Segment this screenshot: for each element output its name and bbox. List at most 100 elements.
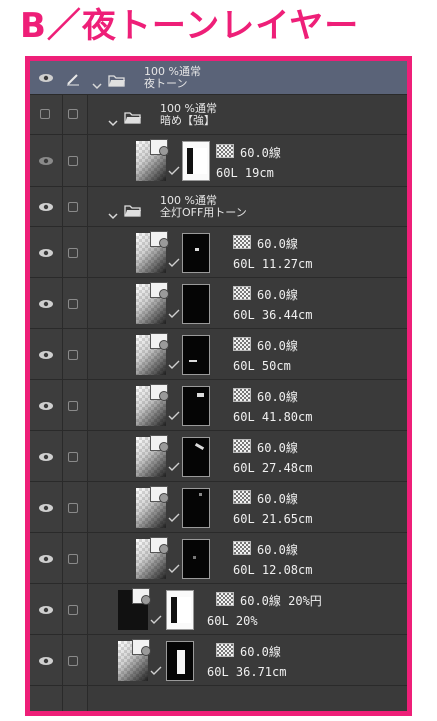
eye-icon[interactable] xyxy=(38,503,54,513)
tone-lines-label: 60.0線 xyxy=(257,543,298,557)
layer-name-label: 60L 19cm xyxy=(216,166,274,180)
tone-pattern-icon xyxy=(233,286,251,300)
layer-row[interactable]: 60.0線 60L 12.08cm xyxy=(30,533,407,584)
layer-row[interactable]: 60.0線 60L 41.80cm xyxy=(30,380,407,431)
folder-icon xyxy=(124,109,142,124)
layer-mask-thumbnail xyxy=(166,590,194,630)
layer-row-folder-night-tone[interactable]: 100 %通常 夜トーン xyxy=(30,61,407,95)
layer-mask-thumbnail xyxy=(182,335,210,375)
checkmark-icon xyxy=(150,610,162,624)
layer-name-label: 60L 11.27cm xyxy=(233,257,313,271)
tone-lines-label: 60.0線 xyxy=(257,237,298,251)
tone-layer-badge-icon xyxy=(150,537,169,554)
layer-mask-thumbnail xyxy=(182,539,210,579)
lock-checkbox[interactable] xyxy=(68,554,78,564)
layer-mask-thumbnail xyxy=(182,141,210,181)
tone-layer-badge-icon xyxy=(150,486,169,503)
lock-checkbox[interactable] xyxy=(68,656,78,666)
lock-checkbox[interactable] xyxy=(68,605,78,615)
layer-row-folder-dark-strong[interactable]: 100 %通常 暗め【強】 xyxy=(30,95,407,135)
layer-row[interactable]: 60.0線 60L 21.65cm xyxy=(30,482,407,533)
checkmark-icon xyxy=(168,508,180,522)
layer-name-label: 60L 41.80cm xyxy=(233,410,313,424)
caret-down-icon[interactable] xyxy=(108,205,118,220)
tone-layer-badge-icon xyxy=(150,231,169,248)
layer-name-label: 60L 36.71cm xyxy=(207,665,287,679)
layer-mask-thumbnail xyxy=(182,233,210,273)
tone-pattern-icon xyxy=(233,388,251,402)
layer-mask-thumbnail xyxy=(166,641,194,681)
layer-name-label: 60L 27.48cm xyxy=(233,461,313,475)
layer-row[interactable]: 60.0線 60L 36.71cm xyxy=(30,635,407,686)
eye-icon[interactable] xyxy=(38,156,54,166)
tone-layer-badge-icon xyxy=(150,384,169,401)
layer-mask-thumbnail xyxy=(182,386,210,426)
tone-lines-label: 60.0線 xyxy=(257,339,298,353)
lock-checkbox[interactable] xyxy=(68,299,78,309)
layer-row[interactable]: 60.0線 60L 11.27cm xyxy=(30,227,407,278)
layer-mask-thumbnail xyxy=(182,437,210,477)
layer-row[interactable]: 60.0線 20%円 60L 20% xyxy=(30,584,407,635)
tone-pattern-icon xyxy=(216,643,234,657)
lock-checkbox[interactable] xyxy=(68,202,78,212)
checkmark-icon xyxy=(168,355,180,369)
eye-icon[interactable] xyxy=(38,554,54,564)
caret-down-icon[interactable] xyxy=(92,75,102,90)
pen-icon[interactable] xyxy=(66,71,80,86)
checkmark-icon xyxy=(168,161,180,175)
tone-lines-label: 60.0線 xyxy=(257,288,298,302)
eye-icon[interactable] xyxy=(38,605,54,615)
layer-name-label: 60L 36.44cm xyxy=(233,308,313,322)
tone-layer-badge-icon xyxy=(132,588,151,605)
layer-row[interactable]: 60.0線 60L 50cm xyxy=(30,329,407,380)
tone-pattern-icon xyxy=(216,144,234,158)
tone-lines-label: 60.0線 xyxy=(240,146,281,160)
checkmark-icon xyxy=(168,253,180,267)
folder-icon xyxy=(124,202,142,217)
lock-checkbox[interactable] xyxy=(68,156,78,166)
eye-icon[interactable] xyxy=(38,202,54,212)
layer-mask-thumbnail xyxy=(182,488,210,528)
lock-checkbox[interactable] xyxy=(68,248,78,258)
layer-name-label: 60L 21.65cm xyxy=(233,512,313,526)
eye-icon[interactable] xyxy=(38,350,54,360)
eye-icon[interactable] xyxy=(38,656,54,666)
checkmark-icon xyxy=(168,304,180,318)
tone-lines-label: 60.0線 xyxy=(257,441,298,455)
tone-lines-label: 60.0線 xyxy=(257,390,298,404)
tone-pattern-icon xyxy=(233,439,251,453)
checkmark-icon xyxy=(150,661,162,675)
eye-icon[interactable] xyxy=(38,73,54,83)
eye-icon[interactable] xyxy=(38,248,54,258)
lock-checkbox[interactable] xyxy=(68,350,78,360)
checkmark-icon xyxy=(168,406,180,420)
folder-name-label: 夜トーン xyxy=(144,77,188,90)
layer-row[interactable]: 60.0線 60L 36.44cm xyxy=(30,278,407,329)
tone-layer-badge-icon xyxy=(150,435,169,452)
eye-icon[interactable] xyxy=(38,401,54,411)
layer-row-folder-all-lights-off[interactable]: 100 %通常 全灯OFF用トーン xyxy=(30,187,407,227)
tone-lines-label: 60.0線 20%円 xyxy=(240,594,322,608)
visibility-checkbox[interactable] xyxy=(40,109,50,119)
lock-checkbox[interactable] xyxy=(68,503,78,513)
tone-layer-badge-icon xyxy=(150,333,169,350)
eye-icon[interactable] xyxy=(38,452,54,462)
lock-checkbox[interactable] xyxy=(68,452,78,462)
caret-down-icon[interactable] xyxy=(108,112,118,127)
lock-checkbox[interactable] xyxy=(68,401,78,411)
folder-name-label: 全灯OFF用トーン xyxy=(160,206,247,219)
layer-name-label: 60L 12.08cm xyxy=(233,563,313,577)
lock-checkbox[interactable] xyxy=(68,109,78,119)
tone-lines-label: 60.0線 xyxy=(257,492,298,506)
tone-layer-badge-icon xyxy=(150,139,169,156)
tone-pattern-icon xyxy=(216,592,234,606)
layer-row[interactable]: 60.0線 60L 19cm xyxy=(30,135,407,187)
layer-panel: 100 %通常 夜トーン 100 %通常 暗め【強】 60.0線 60L 19c… xyxy=(25,56,412,716)
tone-pattern-icon xyxy=(233,490,251,504)
eye-icon[interactable] xyxy=(38,299,54,309)
tone-pattern-icon xyxy=(233,337,251,351)
layer-row[interactable]: 60.0線 60L 27.48cm xyxy=(30,431,407,482)
checkmark-icon xyxy=(168,559,180,573)
folder-name-label: 暗め【強】 xyxy=(160,114,215,127)
page-title: B／夜トーンレイヤー xyxy=(20,6,360,46)
